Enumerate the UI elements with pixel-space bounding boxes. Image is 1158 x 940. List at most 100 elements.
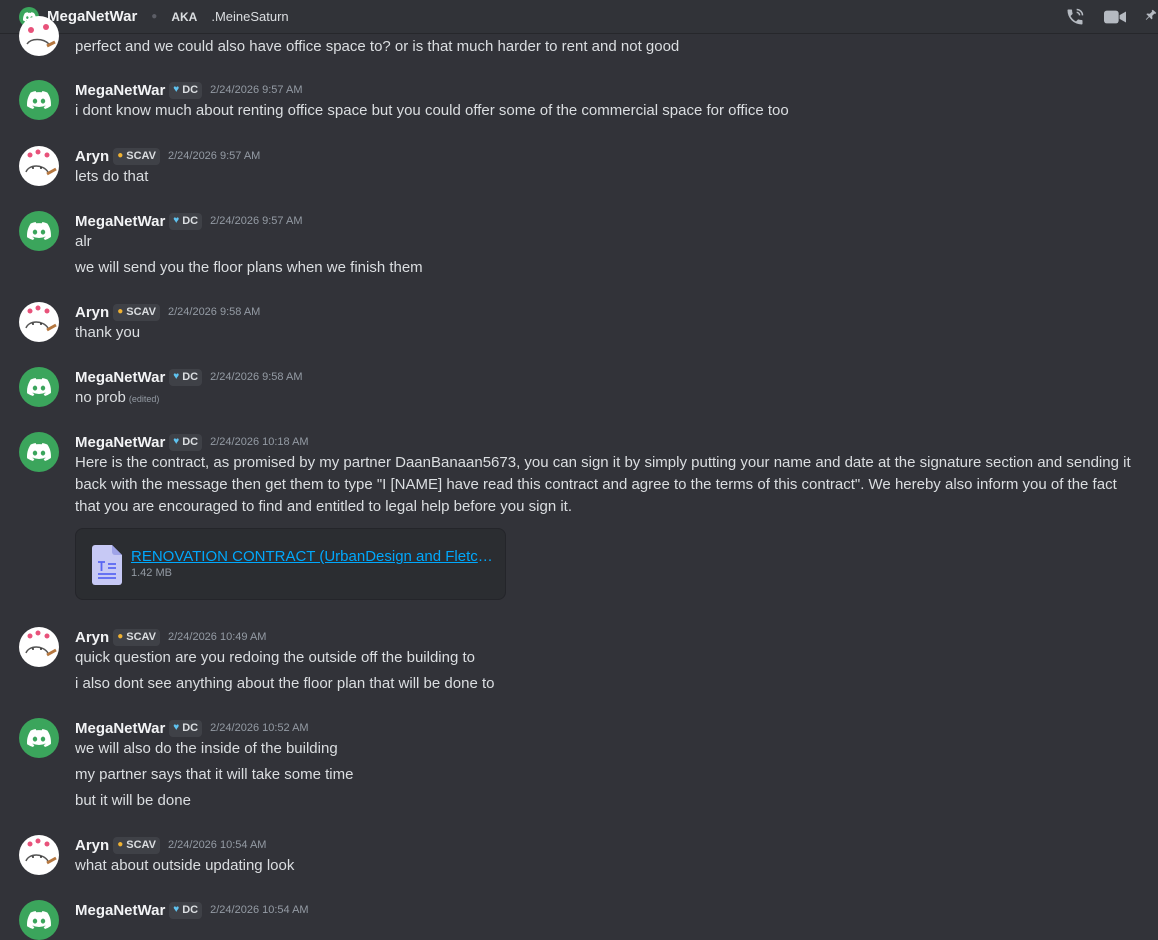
- heart-icon: ♥: [173, 904, 180, 915]
- tag-label: SCAV: [126, 306, 156, 318]
- cat-avatar-icon: [26, 24, 56, 48]
- avatar[interactable]: [19, 432, 59, 472]
- timestamp: 2/24/2026 10:49 AM: [167, 631, 267, 643]
- author-name[interactable]: MegaNetWar: [75, 82, 165, 99]
- avatar[interactable]: [19, 900, 59, 940]
- dm-username[interactable]: MegaNetWar: [47, 8, 137, 25]
- server-tag[interactable]: ♥ DC: [169, 901, 203, 919]
- discord-logo-icon: [27, 729, 51, 747]
- edited-label: (edited): [128, 394, 160, 404]
- message-header: Aryn ● SCAV 2/24/2026 10:54 AM: [75, 835, 266, 855]
- message-header: MegaNetWar ♥ DC 2/24/2026 9:57 AM: [75, 211, 302, 231]
- message-header: MegaNetWar ♥ DC 2/24/2026 10:18 AM: [75, 432, 309, 452]
- server-tag[interactable]: ● SCAV: [113, 628, 160, 646]
- author-name[interactable]: Aryn: [75, 148, 109, 165]
- document-icon: [92, 545, 122, 585]
- author-name[interactable]: Aryn: [75, 629, 109, 646]
- discord-logo-icon: [27, 443, 51, 461]
- server-tag[interactable]: ♥ DC: [169, 719, 203, 737]
- message-text: but it will be done: [75, 792, 191, 809]
- server-tag[interactable]: ● SCAV: [113, 836, 160, 854]
- server-tag[interactable]: ♥ DC: [169, 81, 203, 99]
- author-name[interactable]: Aryn: [75, 837, 109, 854]
- message-header: MegaNetWar ♥ DC 2/24/2026 10:52 AM: [75, 718, 309, 738]
- message-text: no prob (edited): [75, 387, 1145, 410]
- timestamp: 2/24/2026 9:58 AM: [167, 306, 261, 318]
- voice-call-button[interactable]: [1064, 6, 1086, 28]
- header-toolbar: [1064, 0, 1158, 34]
- message-header: MegaNetWar ♥ DC 2/24/2026 10:54 AM: [75, 900, 309, 920]
- video-call-button[interactable]: [1104, 6, 1126, 28]
- skull-icon: ●: [117, 839, 124, 850]
- message-text: my partner says that it will take some t…: [75, 766, 354, 783]
- tag-label: DC: [182, 371, 199, 383]
- server-tag[interactable]: ♥ DC: [169, 433, 203, 451]
- server-tag[interactable]: ♥ DC: [169, 368, 203, 386]
- message-header: Aryn ● SCAV 2/24/2026 9:57 AM: [75, 146, 260, 166]
- author-name[interactable]: MegaNetWar: [75, 213, 165, 230]
- message-text: Here is the contract, as promised by my …: [75, 454, 1131, 515]
- message-text: i also dont see anything about the floor…: [75, 675, 495, 692]
- avatar[interactable]: [19, 835, 59, 875]
- avatar[interactable]: [19, 146, 59, 186]
- author-name[interactable]: MegaNetWar: [75, 720, 165, 737]
- message-header: MegaNetWar ♥ DC 2/24/2026 9:58 AM: [75, 367, 302, 387]
- message-text: i dont know much about renting office sp…: [75, 102, 789, 119]
- timestamp: 2/24/2026 10:52 AM: [210, 722, 309, 734]
- cat-avatar-icon: [25, 630, 57, 657]
- timestamp: 2/24/2026 9:57 AM: [167, 150, 261, 162]
- heart-icon: ♥: [173, 436, 180, 447]
- server-tag[interactable]: ● SCAV: [113, 303, 160, 321]
- cat-avatar-icon: [25, 149, 57, 176]
- discord-logo-icon: [27, 91, 51, 109]
- tag-label: DC: [182, 215, 199, 227]
- tag-label: DC: [182, 84, 199, 96]
- avatar[interactable]: [19, 80, 59, 120]
- message-text: thank you: [75, 324, 141, 341]
- server-tag[interactable]: ♥ DC: [169, 212, 203, 230]
- author-name[interactable]: MegaNetWar: [75, 434, 165, 451]
- avatar[interactable]: [19, 627, 59, 667]
- message-header: Aryn ● SCAV 2/24/2026 10:49 AM: [75, 627, 266, 647]
- phone-icon: [1067, 8, 1084, 25]
- tag-label: SCAV: [126, 150, 156, 162]
- timestamp: 2/24/2026 9:57 AM: [210, 84, 303, 96]
- attachment-size: 1.42 MB: [131, 567, 172, 579]
- avatar[interactable]: [19, 16, 59, 56]
- heart-icon: ♥: [173, 215, 180, 226]
- author-name[interactable]: MegaNetWar: [75, 902, 165, 919]
- tag-label: SCAV: [126, 839, 156, 851]
- author-name[interactable]: Aryn: [75, 304, 109, 321]
- tag-label: SCAV: [126, 631, 156, 643]
- message-text: lets do that: [75, 168, 149, 185]
- separator-dot: ●: [151, 11, 158, 22]
- avatar[interactable]: [19, 211, 59, 251]
- tag-label: DC: [182, 722, 199, 734]
- file-attachment[interactable]: RENOVATION CONTRACT (UrbanDesign and Fle…: [75, 528, 506, 600]
- message-text: we will also do the inside of the buildi…: [75, 740, 338, 757]
- cat-avatar-icon: [25, 305, 57, 332]
- author-name[interactable]: MegaNetWar: [75, 369, 165, 386]
- discord-logo-icon: [27, 911, 51, 929]
- timestamp: 2/24/2026 9:57 AM: [210, 215, 303, 227]
- timestamp: 2/24/2026 9:58 AM: [210, 371, 303, 383]
- attachment-filename-link[interactable]: RENOVATION CONTRACT (UrbanDesign and Fle…: [131, 548, 496, 565]
- timestamp: 2/24/2026 10:18 AM: [210, 436, 309, 448]
- pin-icon: [1145, 9, 1157, 20]
- avatar[interactable]: [19, 718, 59, 758]
- timestamp: 2/24/2026 10:54 AM: [167, 839, 267, 851]
- dm-header: MegaNetWar ● AKA .MeineSaturn: [0, 0, 1158, 34]
- avatar[interactable]: [19, 302, 59, 342]
- message-text: alr: [75, 233, 92, 250]
- heart-icon: ♥: [173, 371, 180, 382]
- avatar[interactable]: [19, 367, 59, 407]
- server-tag[interactable]: ● SCAV: [113, 147, 160, 165]
- message-text: we will send you the floor plans when we…: [75, 259, 423, 276]
- discord-logo-icon: [27, 378, 51, 396]
- heart-icon: ♥: [173, 84, 180, 95]
- message-text: what about outside updating look: [75, 857, 295, 874]
- tag-label: DC: [182, 904, 199, 916]
- video-camera-icon: [1104, 10, 1126, 24]
- pinned-messages-button[interactable]: [1144, 6, 1158, 28]
- message-body: no prob: [75, 389, 126, 406]
